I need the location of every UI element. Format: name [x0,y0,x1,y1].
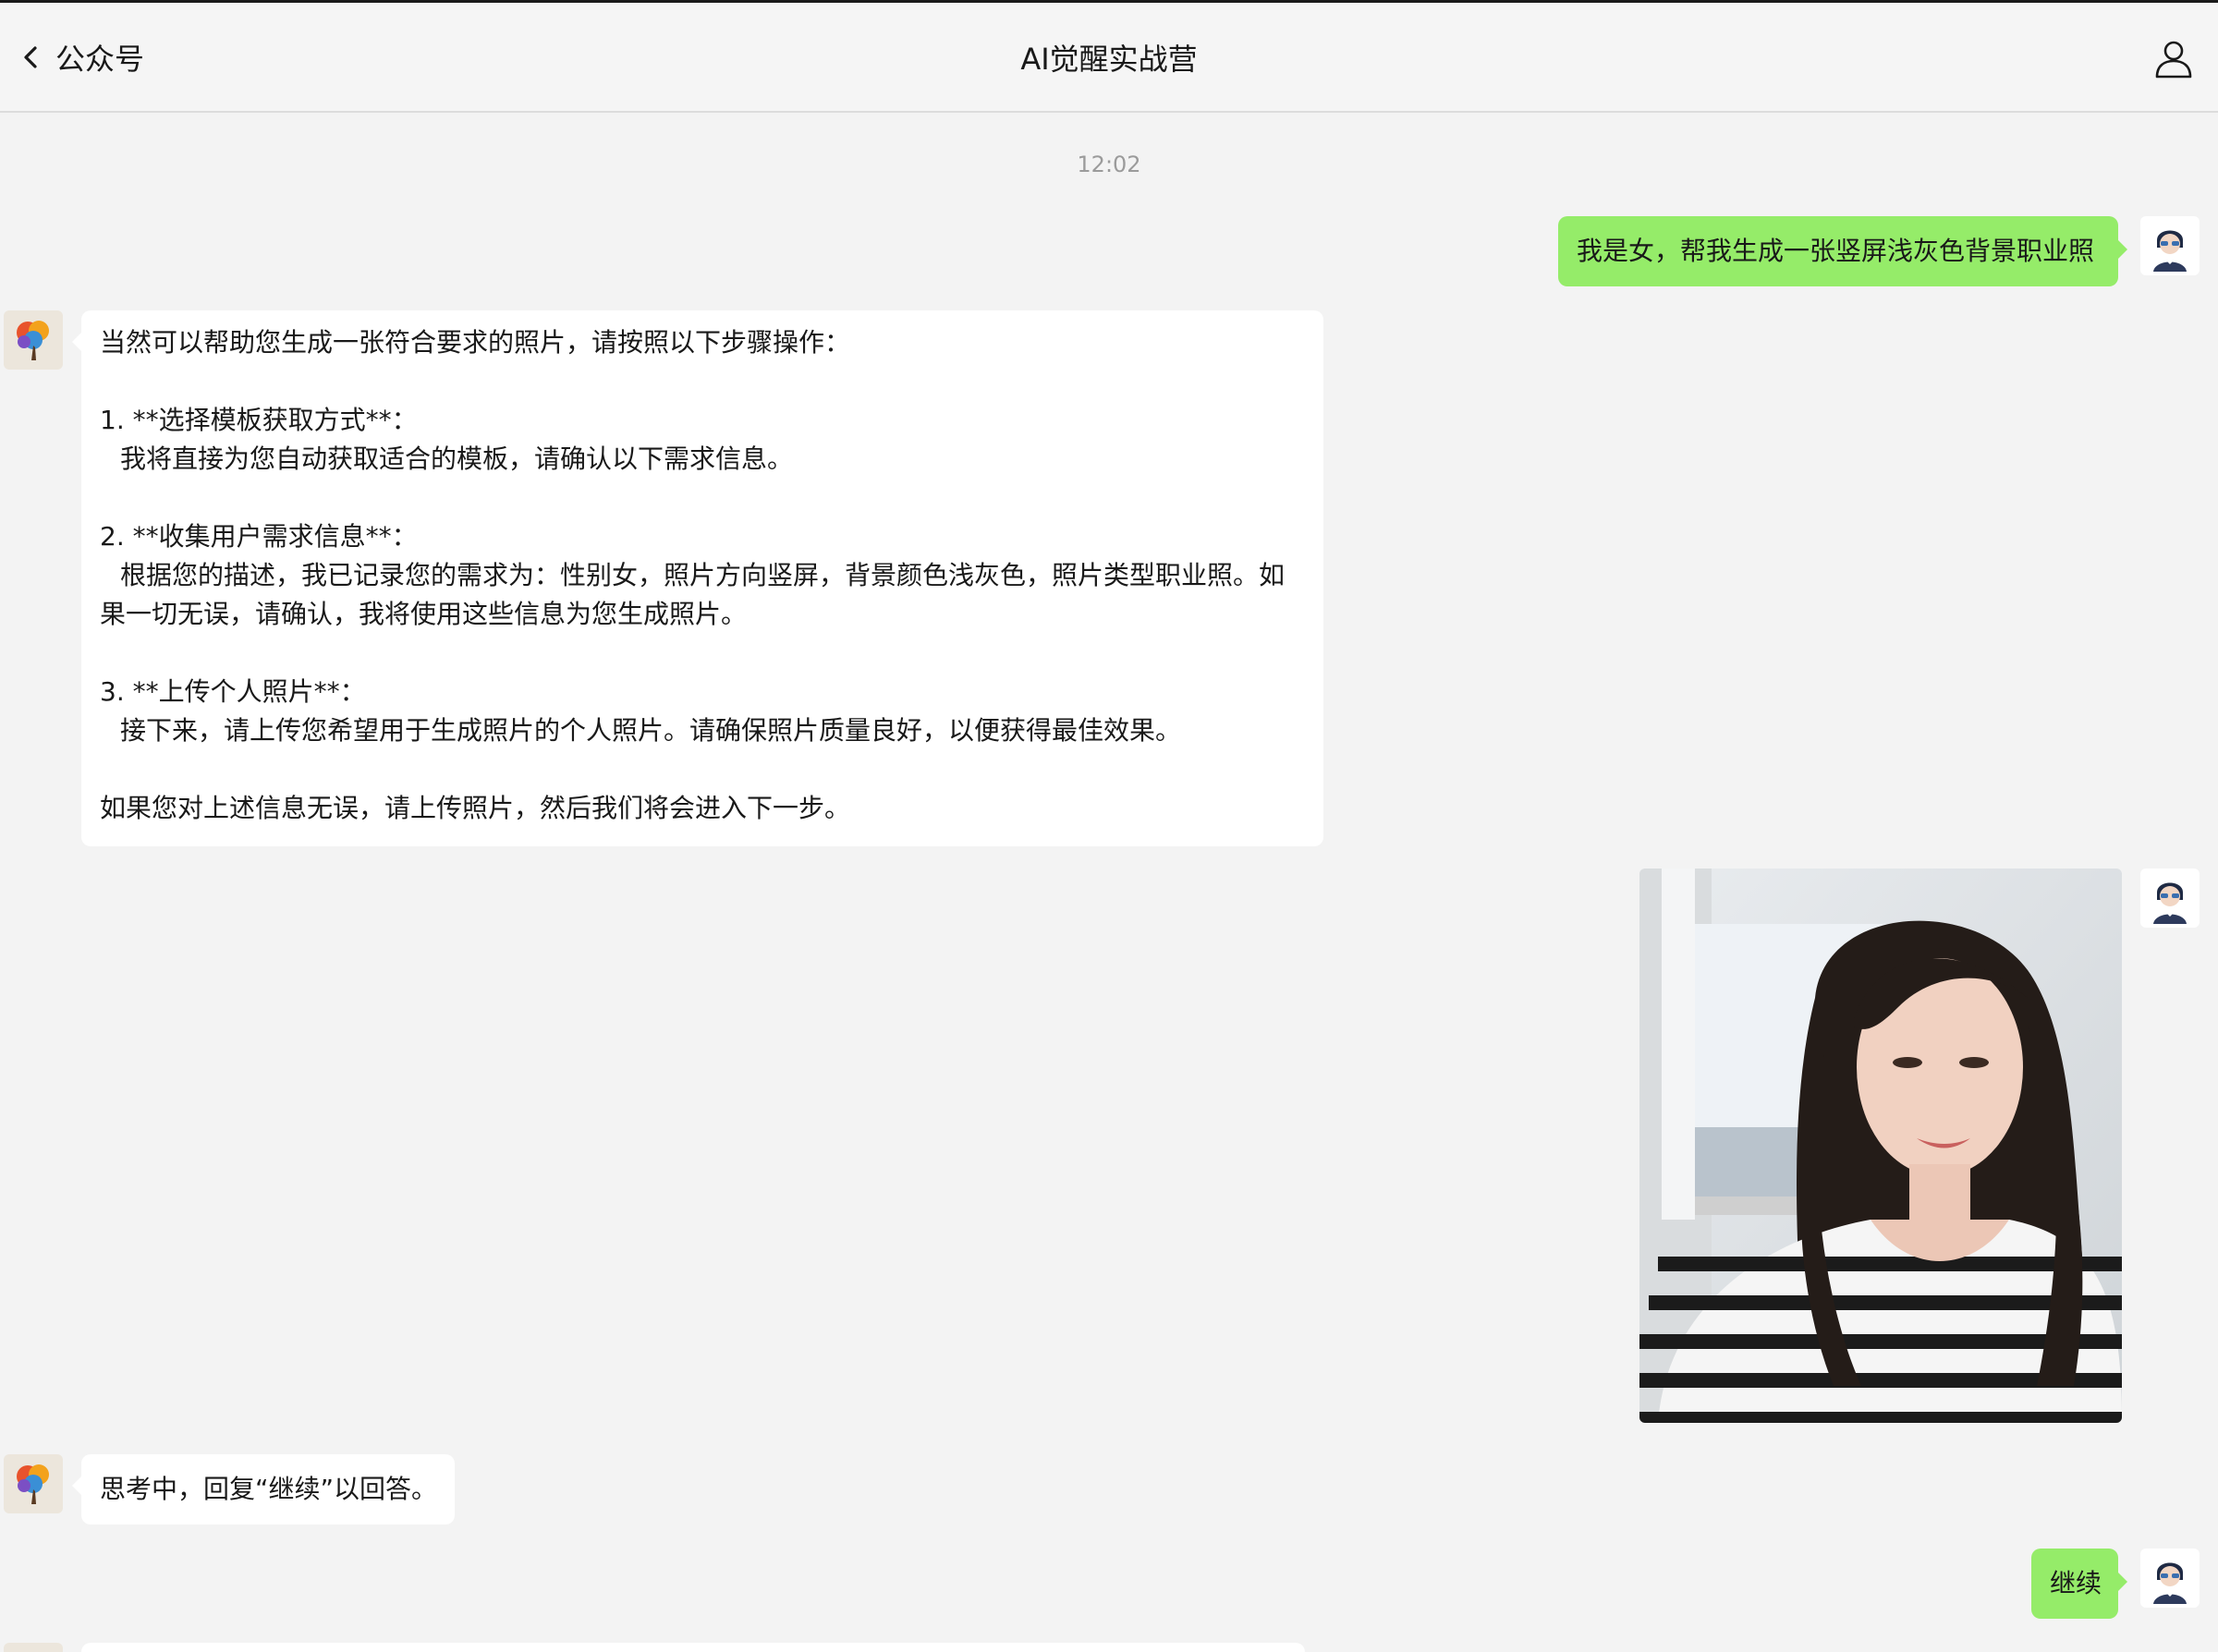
brain-tree-avatar-icon [4,310,63,370]
profile-button[interactable] [2151,36,2196,80]
user-avatar[interactable] [2140,1549,2200,1608]
user-avatar-icon [2140,216,2200,275]
user-avatar-icon [2140,869,2200,928]
message-timestamp: 12:02 [1077,152,1141,177]
message-line: 根据您的描述，我已记录您的需求为：性别女，照片方向竖屏，背景颜色浅灰色，照片类型… [120,560,1286,590]
user-message-bubble[interactable]: 继续 [2031,1549,2127,1619]
message-line: 当然可以帮助您生成一张符合要求的照片，请按照以下步骤操作： [100,327,851,358]
message-line: 如果您对上述信息无误，请上传照片，然后我们将会进入下一步。 [100,793,851,823]
message-line [100,634,1305,673]
bot-avatar[interactable] [4,310,63,370]
user-photo-message[interactable] [1639,869,2122,1423]
message-text: 思考中，回复“继续”以回答。 [100,1474,438,1504]
top-bar: 公众号 AI觉醒实战营 [0,0,2218,113]
brain-tree-avatar-icon [4,1643,63,1652]
bot-message-bubble[interactable]: 当然可以帮助您生成一张符合要求的照片，请按照以下步骤操作： 1. **选择模板获… [72,310,1323,846]
message-line: 果一切无误，请确认，我将使用这些信息为您生成照片。 [100,599,748,629]
message-line: 接下来，请上传您希望用于生成照片的个人照片。请确保照片质量良好，以便获得最佳效果… [120,715,1182,746]
user-avatar[interactable] [2140,216,2200,275]
message-line: 我将直接为您自动获取适合的模板，请确认以下需求信息。 [120,443,794,474]
portrait-photo [1639,869,2122,1423]
bot-message-bubble[interactable]: 思考中，回复“继续”以回答。 [72,1454,455,1524]
message-line [100,750,1305,789]
brain-tree-avatar-icon [4,1454,63,1513]
message-line [100,479,1305,517]
bot-avatar[interactable] [4,1643,63,1652]
message-text: 我是女，帮我生成一张竖屏浅灰色背景职业照 [1577,236,2095,266]
bot-avatar[interactable] [4,1454,63,1513]
message-line [100,362,1305,401]
user-message-bubble[interactable]: 我是女，帮我生成一张竖屏浅灰色背景职业照 [1558,216,2127,286]
chat-title: AI觉醒实战营 [1020,42,1198,77]
message-line: 3. **上传个人照片**： [100,676,366,707]
user-avatar-icon [2140,1549,2200,1608]
message-line: 2. **收集用户需求信息**： [100,521,418,552]
user-avatar[interactable] [2140,869,2200,928]
message-line: 1. **选择模板获取方式**： [100,405,418,435]
person-icon [2155,41,2192,79]
chat-area[interactable]: 12:02 我是女，帮我生成一张竖屏浅灰色背景职业照 当然可以帮助您生成一张符合… [0,113,2218,1652]
bot-message-bubble-partial[interactable] [81,1643,1305,1652]
message-text: 继续 [2050,1568,2102,1598]
